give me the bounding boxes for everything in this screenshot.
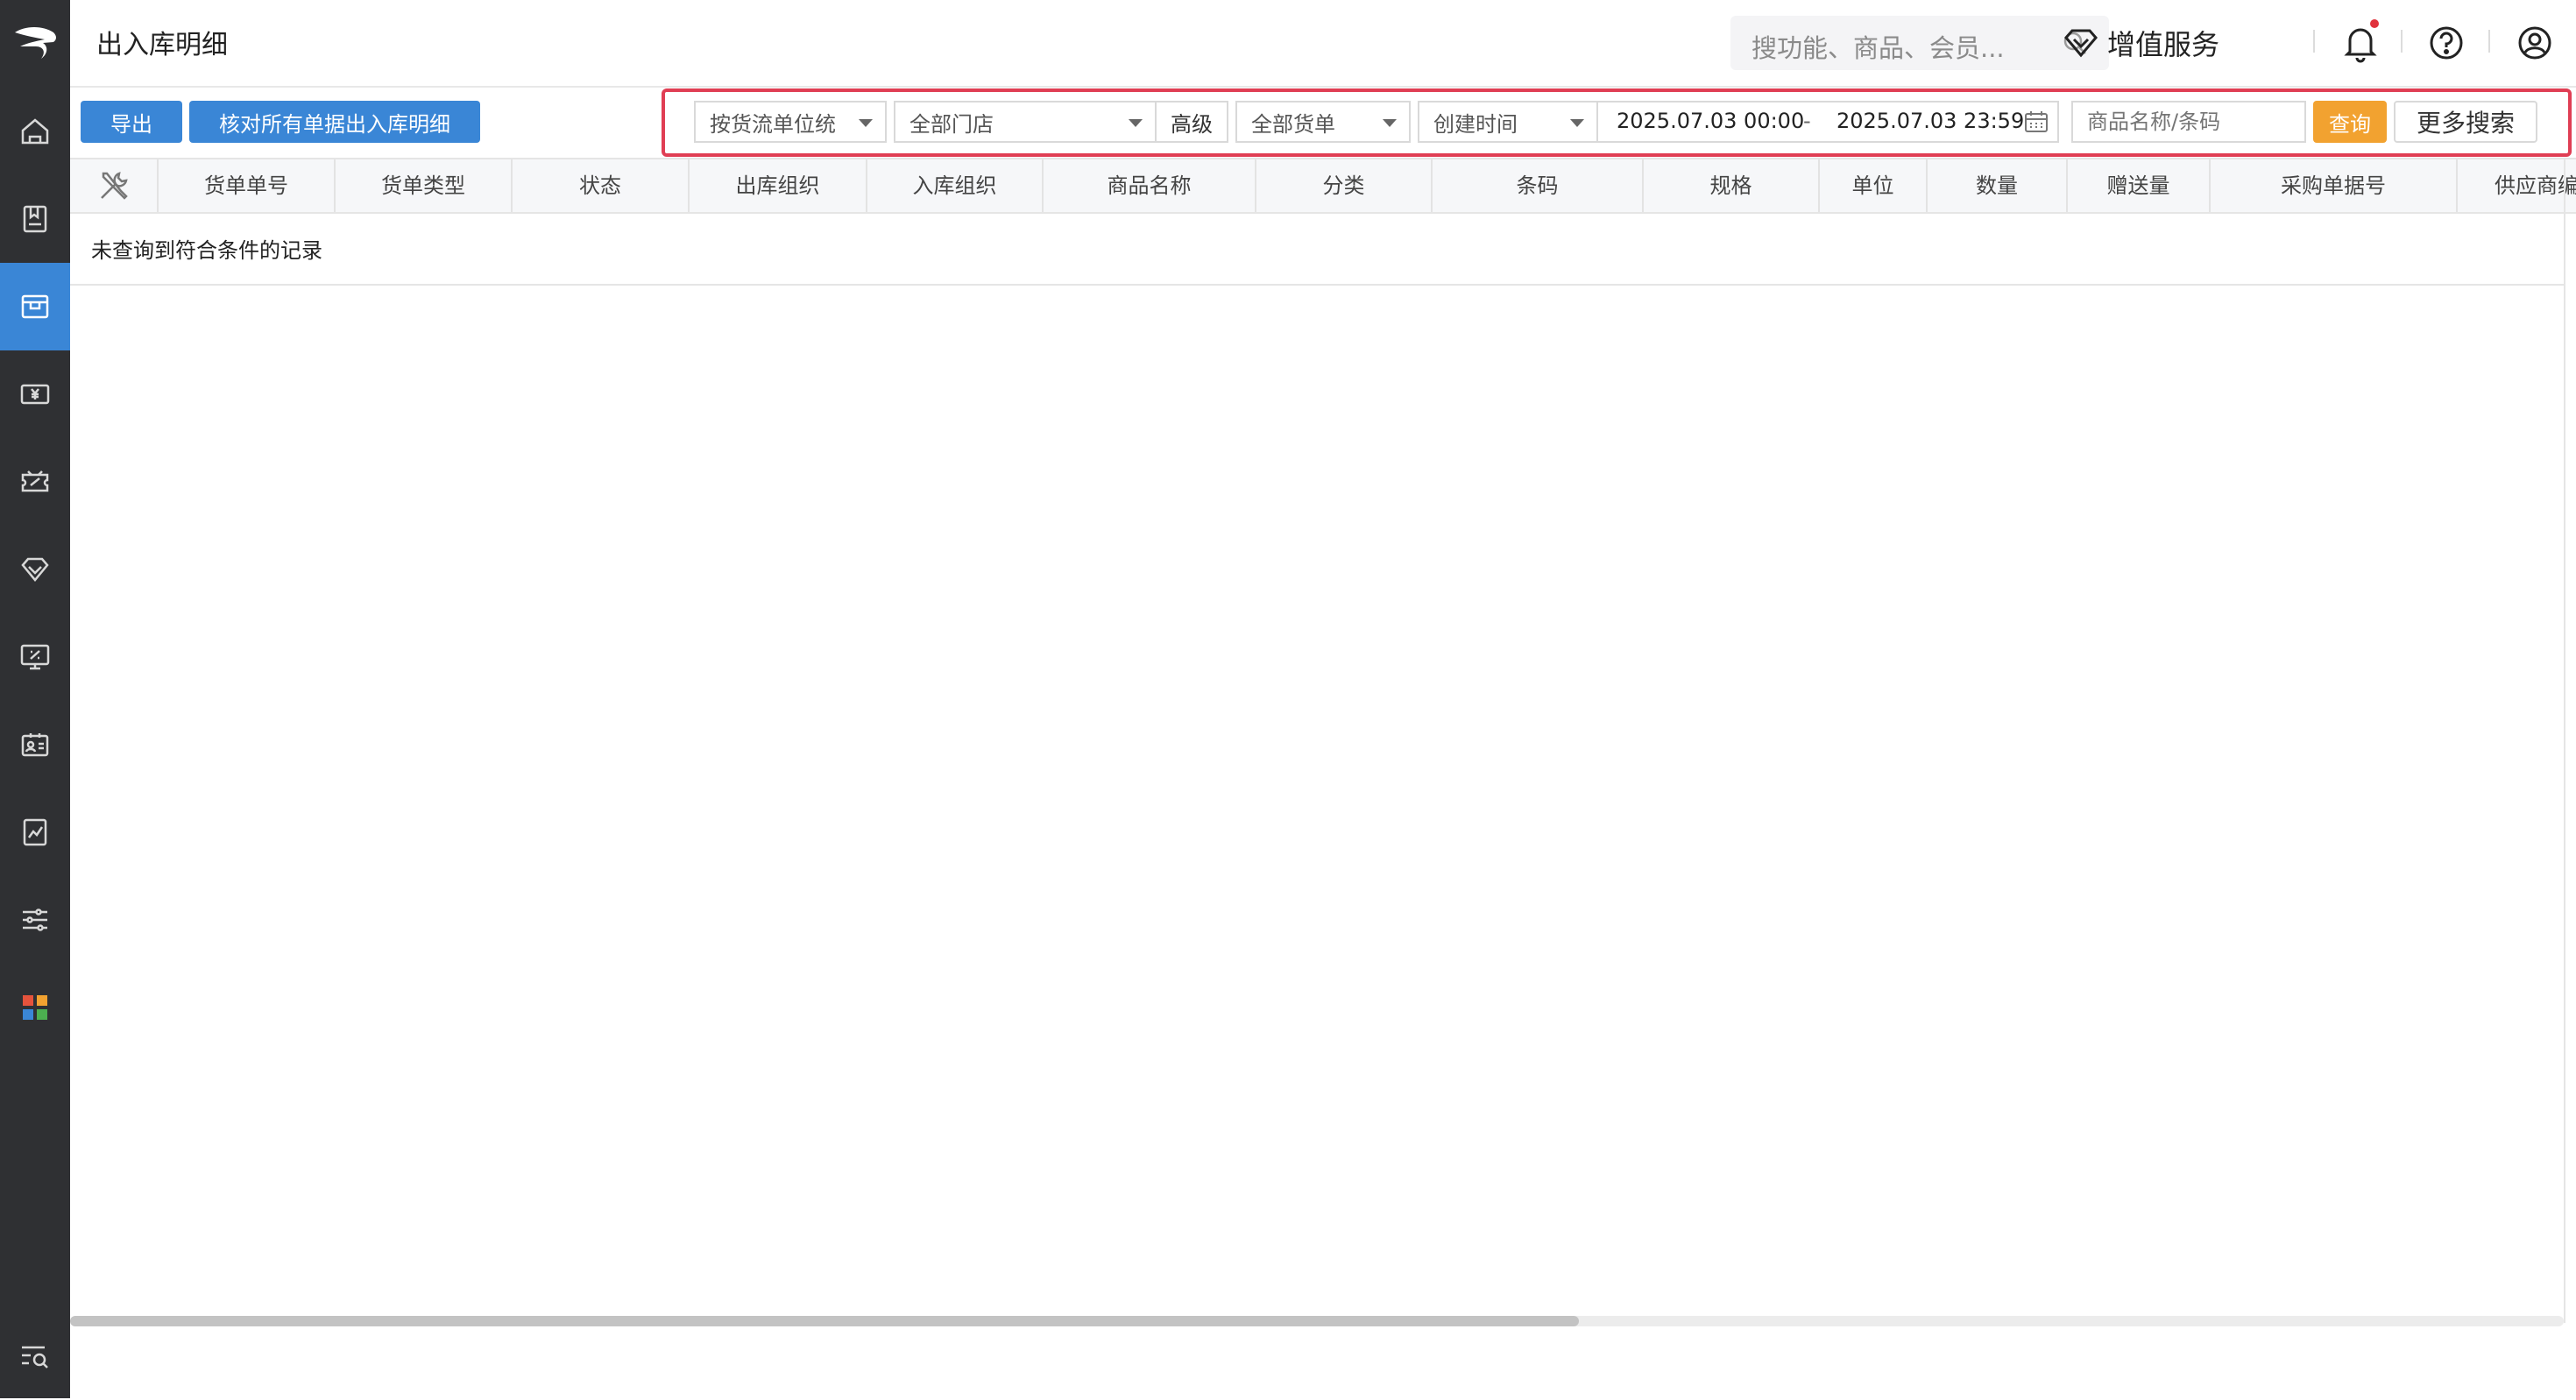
sidebar-item-monitor[interactable]	[0, 613, 70, 701]
column-header[interactable]: 商品名称	[1044, 159, 1256, 212]
scrollbar-thumb[interactable]	[70, 1316, 1579, 1326]
help-icon[interactable]	[2429, 25, 2464, 60]
stat-by-select[interactable]: 按货流单位统	[694, 101, 887, 143]
header-divider	[2313, 30, 2315, 53]
column-header[interactable]: 出库组织	[690, 159, 867, 212]
value-added-services-button[interactable]: 增值服务	[2063, 21, 2219, 65]
chevron-down-icon	[1129, 119, 1143, 127]
reconcile-all-button[interactable]: 核对所有单据出入库明细	[189, 101, 480, 143]
sidebar-item-diamond[interactable]	[0, 526, 70, 613]
doc-type-select[interactable]: 全部货单	[1235, 101, 1411, 143]
date-end-value[interactable]: 2025.07.03 23:59	[1836, 109, 2024, 133]
user-avatar-icon[interactable]	[2517, 25, 2552, 60]
store-value: 全部门店	[909, 111, 994, 137]
doc-type-value: 全部货单	[1251, 111, 1335, 137]
column-header[interactable]: 条码	[1433, 159, 1644, 212]
empty-state-row: 未查询到符合条件的记录	[70, 216, 2564, 286]
calendar-icon[interactable]	[2024, 110, 2049, 133]
search-placeholder: 搜功能、商品、会员...	[1752, 33, 2005, 63]
column-header[interactable]: 分类	[1256, 159, 1433, 212]
report-icon	[23, 818, 47, 846]
keyword-search-input[interactable]	[2071, 101, 2306, 143]
horizontal-scrollbar[interactable]	[70, 1316, 2564, 1326]
sidebar-item-settings[interactable]	[0, 876, 70, 964]
warehouse-icon	[21, 294, 49, 319]
column-header[interactable]: 入库组织	[867, 159, 1044, 212]
column-header[interactable]: 赠送量	[2068, 159, 2211, 212]
query-button[interactable]: 查询	[2313, 101, 2387, 143]
stat-by-value: 按货流单位统	[710, 111, 836, 137]
export-button[interactable]: 导出	[81, 101, 182, 143]
page-title: 出入库明细	[96, 30, 228, 60]
column-settings-cell[interactable]	[70, 159, 159, 212]
monitor-icon	[20, 644, 50, 670]
column-header[interactable]: 采购单据号	[2211, 159, 2458, 212]
empty-state-text: 未查询到符合条件的记录	[91, 238, 322, 263]
payment-icon	[20, 384, 50, 405]
column-header[interactable]: 状态	[513, 159, 690, 212]
more-search-button[interactable]: 更多搜索	[2394, 101, 2537, 143]
date-separator: -	[1803, 109, 1811, 133]
chevron-down-icon	[1570, 119, 1584, 127]
sidebar	[0, 0, 70, 1398]
column-header[interactable]: 货单类型	[336, 159, 513, 212]
sidebar-item-apps[interactable]	[0, 964, 70, 1051]
date-start-value[interactable]: 2025.07.03 00:00	[1617, 109, 1804, 133]
notification-dot	[2370, 19, 2379, 28]
sidebar-search-list[interactable]	[0, 1312, 70, 1400]
table-right-border	[2564, 158, 2565, 1323]
sidebar-item-member-card[interactable]	[0, 701, 70, 788]
sidebar-item-coupon[interactable]	[0, 438, 70, 526]
header-divider	[2401, 30, 2403, 53]
apps-grid-icon	[23, 995, 47, 1020]
sidebar-item-warehouse[interactable]	[0, 263, 70, 350]
value-added-services-label: 增值服务	[2107, 28, 2220, 61]
sidebar-item-home[interactable]	[0, 88, 70, 175]
diamond-icon	[21, 557, 49, 582]
store-select[interactable]: 全部门店	[894, 101, 1157, 143]
home-icon	[21, 118, 49, 145]
app-logo[interactable]	[0, 0, 70, 84]
header-divider	[2488, 30, 2490, 53]
ledger-icon	[23, 205, 47, 233]
diamond-icon	[2064, 29, 2098, 58]
chevron-down-icon	[859, 119, 873, 127]
column-header[interactable]: 单位	[1820, 159, 1928, 212]
global-search-input[interactable]: 搜功能、商品、会员...	[1730, 16, 2109, 70]
column-header[interactable]: 供应商编	[2458, 159, 2576, 212]
bell-icon[interactable]	[2342, 23, 2379, 63]
coupon-icon	[21, 470, 49, 492]
sidebar-item-report[interactable]	[0, 788, 70, 876]
tools-icon	[100, 172, 128, 200]
chevron-down-icon	[1383, 119, 1397, 127]
sidebar-item-ledger[interactable]	[0, 175, 70, 263]
table-header: 货单单号 货单类型 状态 出库组织 入库组织 商品名称 分类 条码 规格 单位 …	[70, 158, 2576, 214]
sidebar-item-payment[interactable]	[0, 350, 70, 438]
column-header[interactable]: 规格	[1644, 159, 1820, 212]
column-header[interactable]: 数量	[1928, 159, 2068, 212]
logo-icon	[15, 27, 56, 59]
settings-sliders-icon	[23, 909, 47, 931]
time-field-select[interactable]: 创建时间	[1418, 101, 1598, 143]
member-card-icon	[21, 733, 49, 757]
time-field-value: 创建时间	[1433, 111, 1518, 137]
column-header[interactable]: 货单单号	[159, 159, 336, 212]
search-list-icon	[22, 1346, 48, 1368]
advanced-filter-button[interactable]: 高级	[1155, 101, 1228, 143]
